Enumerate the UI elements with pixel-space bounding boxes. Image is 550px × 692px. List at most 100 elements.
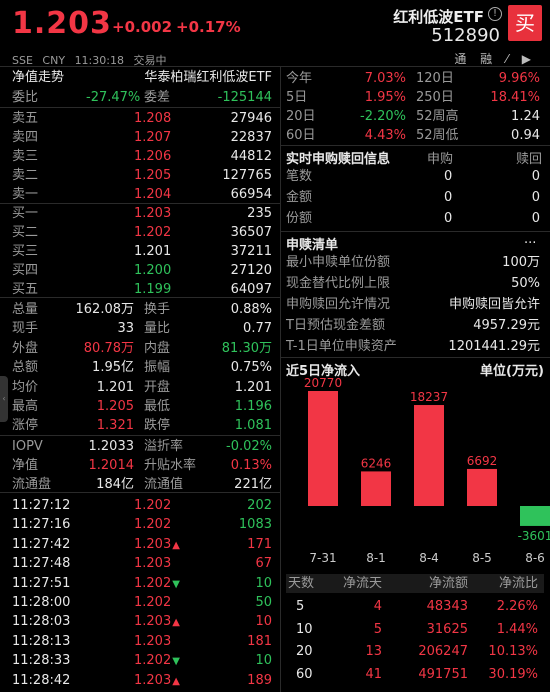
ask-level-row[interactable]: 卖二 1.205 127765 (12, 166, 274, 185)
bid-price: 1.202 (134, 225, 172, 240)
redeem-label: 申购赎回允许情况 (286, 297, 391, 312)
bid-label: 买一 (12, 206, 39, 221)
stat-label: 振幅 (144, 360, 171, 376)
ask-label: 卖五 (12, 111, 39, 126)
flow-column-header: 净流天 (342, 576, 382, 591)
arrow-down-icon: ▼ (172, 656, 180, 668)
flow-amount: 31625 (426, 621, 468, 637)
realtime-label: 笔数 (286, 169, 313, 184)
date-tick-label: 8-5 (472, 551, 492, 565)
stat-value: 1.196 (234, 399, 272, 414)
side-drawer-handle[interactable]: ‹ (0, 376, 8, 422)
stat-value: 33 (117, 321, 134, 337)
ask-level-row[interactable]: 卖五 1.208 27946 (12, 109, 274, 128)
stat-value: 0.75% (230, 360, 272, 376)
stat-row: 外盘 80.78万 内盘 81.30万 (12, 339, 274, 358)
stat-value: 81.30万 (221, 340, 272, 356)
stat-row: 现手 33 量比 0.77 (12, 319, 274, 338)
bid-label: 买三 (12, 244, 39, 259)
stat-row: 总量 162.08万 换手 0.88% (12, 300, 274, 319)
tick-time: 11:28:03 (12, 614, 71, 630)
ask-volume: 44812 (230, 149, 272, 164)
period-return: 4.43% (364, 128, 406, 143)
stat-value: 1.95亿 (92, 360, 134, 376)
tick-price: 1.202 (134, 595, 172, 610)
stat-row: IOPV 1.2033 溢折率 -0.02% (12, 437, 274, 456)
redeem-row: 最小申赎单位份额 100万 (286, 253, 544, 272)
tick-time: 11:27:42 (12, 536, 71, 552)
weicha-label: 委差 (144, 90, 171, 105)
tick-time: 11:27:12 (12, 498, 71, 513)
bid-level-row[interactable]: 买四 1.200 27120 (12, 261, 274, 280)
bid-level-row[interactable]: 买一 1.203 235 (12, 204, 274, 223)
ask-level-row[interactable]: 卖三 1.206 44812 (12, 147, 274, 166)
period-return: 0.94 (511, 128, 540, 143)
inflow-value-label: 6692 (467, 454, 498, 468)
bid-level-row[interactable]: 买三 1.201 37211 (12, 242, 274, 261)
stat-row: 均价 1.201 开盘 1.201 (12, 378, 274, 397)
flow-table-row: 60 41 491751 30.19% (286, 665, 544, 684)
redeem-more-button[interactable]: ... (524, 232, 536, 247)
period-return: 1.24 (511, 109, 540, 124)
tick-row: 11:28:13 1.203 181 (12, 632, 274, 651)
performance-row: 今年 7.03% 120日 9.96% (286, 69, 544, 88)
flow-inflow-days: 41 (365, 666, 382, 682)
flow-amount: 206247 (418, 644, 468, 659)
bid-level-row[interactable]: 买二 1.202 36507 (12, 223, 274, 242)
tick-row: 11:28:42 1.203▲ 189 (12, 671, 274, 690)
price-change-pct: +0.17% (176, 18, 241, 36)
stat-label: 量比 (144, 321, 171, 337)
margin-flags[interactable]: 通 融 ⁄ ▶ (454, 50, 536, 67)
redeem-label: T日预估现金差额 (286, 318, 385, 333)
ask-volume: 66954 (230, 187, 272, 202)
tick-row: 11:27:51 1.202▼ 10 (12, 574, 274, 593)
stat-row: 总额 1.95亿 振幅 0.75% (12, 358, 274, 377)
tick-row: 11:28:00 1.202 50 (12, 593, 274, 612)
tick-row: 11:27:48 1.203 67 (12, 554, 274, 573)
period-return: 7.03% (364, 71, 406, 86)
tick-time: 11:28:00 (12, 595, 71, 610)
stat-label: 最低 (144, 399, 171, 414)
realtime-redeem-value: 0 (531, 169, 540, 184)
tick-volume: 67 (255, 556, 272, 572)
tick-time: 11:28:13 (12, 633, 71, 649)
ask-label: 卖二 (12, 168, 39, 183)
inflow-value-label: 20770 (304, 376, 342, 390)
realtime-redeem-value: 0 (531, 190, 540, 205)
bid-price: 1.201 (134, 244, 172, 259)
period-return: -2.20% (360, 109, 406, 124)
ask-level-row[interactable]: 卖四 1.207 22837 (12, 128, 274, 147)
flow-inflow-days: 13 (365, 644, 382, 659)
weibi-row: 委比 -27.47% 委差 -125144 (12, 88, 274, 107)
stat-label: 开盘 (144, 379, 171, 395)
bid-price: 1.203 (134, 206, 172, 221)
flow-days: 10 (296, 621, 313, 637)
date-tick-label: 7-31 (309, 551, 336, 565)
flow-ratio: 30.19% (488, 666, 538, 682)
stat-value: 0.88% (230, 302, 272, 317)
stat-label: 换手 (144, 302, 171, 317)
performance-row: 20日 -2.20% 52周高 1.24 (286, 107, 544, 126)
nav-row[interactable]: 净值走势 华泰柏瑞红利低波ETF (12, 68, 274, 87)
stock-detail-screen: { "header": { "price": "1.203", "change"… (0, 0, 550, 692)
tick-row: 11:27:12 1.202 202 (12, 496, 274, 515)
period-return: 18.41% (490, 90, 540, 105)
redeem-value: 申购赎回皆允许 (448, 297, 540, 312)
info-icon[interactable]: ! (488, 7, 502, 21)
performance-row: 60日 4.43% 52周低 0.94 (286, 126, 544, 145)
tick-price: 1.203▲ (134, 536, 180, 552)
redeem-row: T-1日单位申赎资产 1201441.29元 (286, 337, 544, 356)
tick-volume: 10 (255, 575, 272, 591)
tick-time: 11:27:48 (12, 556, 71, 572)
tick-volume: 50 (255, 595, 272, 610)
realtime-row: 笔数 0 0 (286, 167, 544, 186)
tick-volume: 1083 (238, 517, 272, 533)
period-label: 20日 (286, 109, 316, 124)
flow-amount: 491751 (418, 666, 468, 682)
realtime-label: 金额 (286, 190, 313, 205)
price-change: +0.002 (112, 18, 173, 36)
buy-button[interactable]: 买 (508, 5, 542, 41)
security-code: 512890 (431, 25, 500, 46)
arrow-down-icon: ▼ (172, 578, 180, 590)
ask-level-row[interactable]: 卖一 1.204 66954 (12, 185, 274, 204)
